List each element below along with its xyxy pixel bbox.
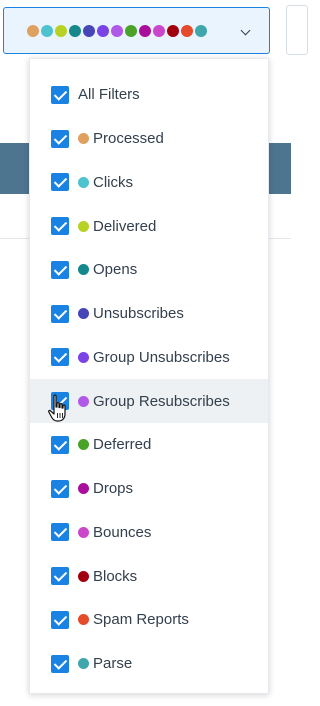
status-color-dot-icon bbox=[78, 176, 89, 188]
checkbox-checked-icon[interactable] bbox=[51, 435, 69, 454]
status-color-dot-icon bbox=[78, 614, 89, 626]
status-color-dot-icon bbox=[78, 133, 89, 145]
filter-option-all-filters[interactable]: All Filters bbox=[30, 73, 268, 117]
filter-color-dot bbox=[41, 24, 53, 37]
status-color-dot-icon bbox=[78, 526, 89, 538]
status-color-dot-icon bbox=[78, 351, 89, 363]
status-color-dot-icon bbox=[78, 220, 89, 232]
checkbox-checked-icon[interactable] bbox=[51, 85, 69, 104]
filter-option-label: Drops bbox=[93, 480, 134, 498]
selected-filter-color-dots bbox=[27, 24, 207, 37]
filter-color-dot bbox=[125, 24, 137, 37]
adjacent-control[interactable] bbox=[286, 5, 308, 55]
status-color-dot-icon bbox=[78, 308, 89, 320]
filter-color-dot bbox=[111, 24, 123, 37]
checkbox-checked-icon[interactable] bbox=[51, 348, 69, 367]
filter-option-processed[interactable]: Processed bbox=[30, 117, 268, 161]
checkbox-checked-icon[interactable] bbox=[51, 392, 69, 411]
filter-option-drops[interactable]: Drops bbox=[30, 467, 268, 511]
filter-option-label: Clicks bbox=[93, 173, 133, 191]
filter-option-label: Deferred bbox=[93, 436, 152, 454]
filter-option-label: Opens bbox=[93, 261, 138, 279]
filter-color-dot bbox=[55, 24, 67, 37]
status-color-dot-icon bbox=[78, 439, 89, 451]
filter-color-dot bbox=[153, 24, 165, 37]
checkbox-checked-icon[interactable] bbox=[51, 173, 69, 192]
event-filter-dropdown-button[interactable] bbox=[3, 7, 270, 54]
filter-option-label: Bounces bbox=[93, 523, 152, 541]
filter-option-label: Group Resubscribes bbox=[93, 392, 230, 410]
status-color-dot-icon bbox=[78, 395, 89, 407]
filter-option-group-resubscribes[interactable]: Group Resubscribes bbox=[30, 379, 268, 423]
filter-option-label: Parse bbox=[93, 655, 133, 673]
filter-color-dot bbox=[181, 24, 193, 37]
filter-option-label: Blocks bbox=[93, 567, 138, 585]
checkbox-checked-icon[interactable] bbox=[51, 479, 69, 498]
filter-option-label: Processed bbox=[93, 130, 164, 148]
filter-option-label: Group Unsubscribes bbox=[93, 348, 230, 366]
filter-option-blocks[interactable]: Blocks bbox=[30, 554, 268, 598]
filter-option-bounces[interactable]: Bounces bbox=[30, 511, 268, 555]
status-color-dot-icon bbox=[78, 483, 89, 495]
filter-option-parse[interactable]: Parse bbox=[30, 642, 268, 686]
checkbox-checked-icon[interactable] bbox=[51, 304, 69, 323]
chevron-down-icon bbox=[240, 25, 251, 36]
status-color-dot-icon bbox=[78, 658, 89, 670]
filter-color-dot bbox=[195, 24, 207, 37]
filter-color-dot bbox=[167, 24, 179, 37]
filter-option-clicks[interactable]: Clicks bbox=[30, 161, 268, 205]
checkbox-checked-icon[interactable] bbox=[51, 260, 69, 279]
status-color-dot-icon bbox=[78, 264, 89, 276]
filter-color-dot bbox=[97, 24, 109, 37]
filter-option-delivered[interactable]: Delivered bbox=[30, 204, 268, 248]
filter-option-spam-reports[interactable]: Spam Reports bbox=[30, 598, 268, 642]
filter-option-opens[interactable]: Opens bbox=[30, 248, 268, 292]
checkbox-checked-icon[interactable] bbox=[51, 610, 69, 629]
checkbox-checked-icon[interactable] bbox=[51, 654, 69, 673]
filter-option-group-unsubscribes[interactable]: Group Unsubscribes bbox=[30, 336, 268, 380]
checkbox-checked-icon[interactable] bbox=[51, 567, 69, 586]
filter-option-label: All Filters bbox=[78, 86, 140, 104]
event-filter-menu: All Filters Processed Clicks Delivered Opens… bbox=[29, 58, 269, 694]
checkbox-checked-icon[interactable] bbox=[51, 523, 69, 542]
filter-option-deferred[interactable]: Deferred bbox=[30, 423, 268, 467]
status-color-dot-icon bbox=[78, 570, 89, 582]
filter-option-label: Delivered bbox=[93, 217, 157, 235]
filter-color-dot bbox=[27, 24, 39, 37]
filter-option-label: Unsubscribes bbox=[93, 305, 184, 323]
checkbox-checked-icon[interactable] bbox=[51, 129, 69, 148]
checkbox-checked-icon[interactable] bbox=[51, 217, 69, 236]
filter-color-dot bbox=[69, 24, 81, 37]
filter-color-dot bbox=[83, 24, 95, 37]
filter-option-unsubscribes[interactable]: Unsubscribes bbox=[30, 292, 268, 336]
filter-option-label: Spam Reports bbox=[93, 611, 189, 629]
filter-color-dot bbox=[139, 24, 151, 37]
